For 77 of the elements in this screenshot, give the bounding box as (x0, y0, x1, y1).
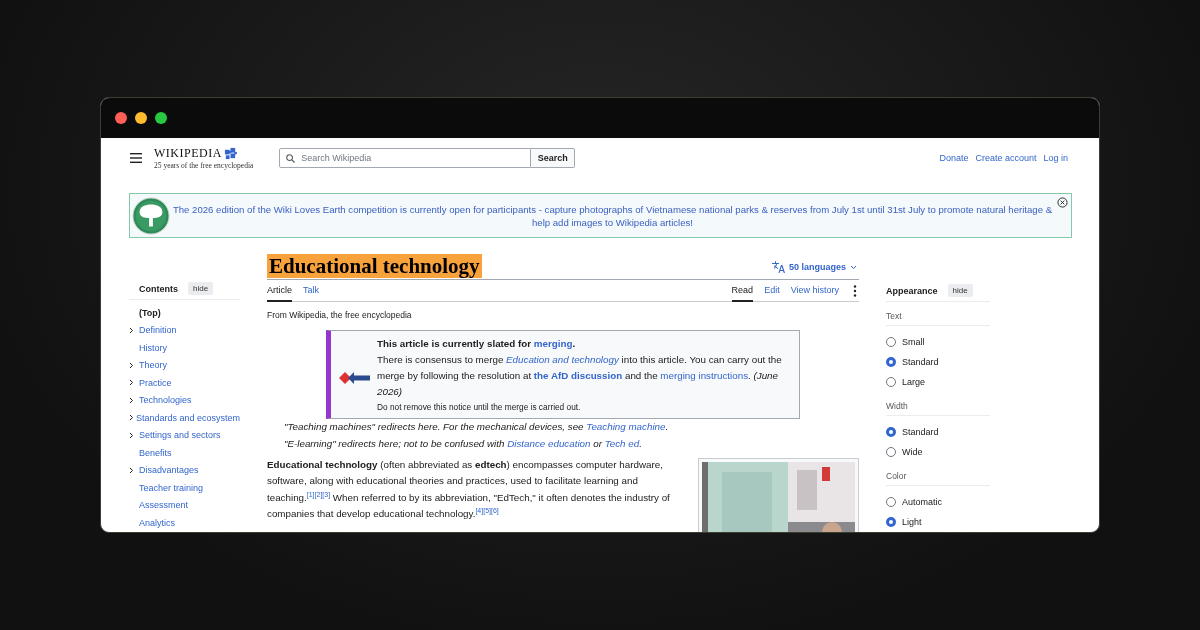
contents-link[interactable]: Standards and ecosystem (135, 412, 240, 423)
page-title: Educational technology (267, 254, 482, 278)
radio-button[interactable] (886, 497, 896, 507)
puzzle-icon (222, 147, 238, 160)
hide-button[interactable]: hide (188, 282, 214, 295)
contents-link[interactable]: Analytics (139, 517, 175, 528)
radio-button[interactable] (886, 377, 896, 387)
radio-button[interactable] (886, 357, 896, 367)
link[interactable]: Education and technology (506, 354, 619, 365)
option-label: Wide (902, 447, 923, 457)
chevron-icon[interactable] (129, 379, 134, 387)
window-control[interactable] (135, 112, 147, 124)
notice-note: Do not remove this notice until the merge is carried out. (377, 401, 582, 414)
option-group-label: Text (886, 302, 990, 326)
contents-link[interactable]: History (139, 342, 167, 353)
tab[interactable]: Edit (764, 280, 780, 302)
chevron-icon[interactable] (129, 361, 134, 369)
tab[interactable]: Read (731, 280, 754, 302)
languages-button[interactable]: 50 languages (771, 261, 857, 273)
radio-button[interactable] (886, 427, 896, 437)
contents-link[interactable]: Theory (139, 360, 167, 371)
contents-link[interactable]: Assessment (139, 500, 189, 511)
contents-link[interactable]: Teacher training (139, 482, 204, 493)
radio-button[interactable] (886, 337, 896, 347)
header-link[interactable]: Create account (975, 153, 1037, 163)
contents-link[interactable]: (Top) (139, 307, 161, 318)
contents-link[interactable]: Practice (139, 377, 172, 388)
option-label: Standard (902, 357, 939, 367)
notice-text: There is consensus to merge Education and technology into this article. You can carry out the merge by following the resolution at the AfD discussion and the merging instructions. (June 2026) (377, 353, 783, 399)
tree-icon (132, 196, 170, 235)
chevron-icon[interactable] (129, 326, 134, 334)
radio-button[interactable] (886, 517, 896, 527)
sidebar-heading: Contents (139, 283, 178, 294)
link[interactable]: the AfD discussion (533, 370, 623, 381)
close-icon[interactable] (1057, 197, 1068, 208)
hatnote: "Teaching machines" redirects here. For the mechanical devices, see Teaching machine. (284, 420, 670, 434)
option-label: Light (902, 517, 922, 527)
option-label: Automatic (902, 497, 943, 507)
option-label: Small (902, 337, 925, 347)
banner-message: The 2026 edition of the Wiki Loves Earth competition is currently open for participants - capture photographs of Vietnamese national parks & reserves from July 1st until 31st July to promote natural heritage & help add images to Wikipedia articles! (171, 202, 1053, 229)
contents-link[interactable]: Benefits (139, 447, 172, 458)
tab[interactable]: Article (267, 280, 292, 302)
article-tagline: From Wikipedia, the free encyclopedia (267, 310, 413, 320)
header-link[interactable]: Donate (939, 153, 969, 163)
contents-link[interactable]: Technologies (139, 395, 192, 406)
search-field[interactable]: Search Wikipedia (279, 148, 532, 168)
chevron-icon[interactable] (129, 414, 134, 422)
translate-icon (771, 261, 785, 273)
option-label: Large (902, 377, 926, 387)
contents-link[interactable]: Definition (139, 325, 177, 336)
merge-arrow-icon (339, 371, 371, 385)
contents-link[interactable]: Disadvantages (139, 465, 199, 476)
sidebar-heading: Appearance (886, 285, 938, 296)
hatnote: "E-learning" redirects here; not to be confused with Distance education or Tech ed. (284, 436, 643, 451)
caret-icon (850, 264, 857, 270)
notice-title: This article is currently slated for merging. (377, 337, 577, 351)
link[interactable]: Distance education (507, 437, 591, 449)
logo-wordmark[interactable]: WIKIPEDIA (154, 146, 222, 161)
search-icon (286, 153, 296, 163)
radio-button[interactable] (886, 447, 896, 457)
tab[interactable]: View history (790, 280, 839, 302)
article-paragraph: Educational technology (often abbreviated as edtech) encompasses computer hardware, software, along with educational theories and practices, used to facilitate learning and teaching.$^{[1][2][3]}$ When referred to by its abbreviation, "EdTech," it often denotes the industry of companies that develop educational technology.$^{[4][5][6]}$ (267, 458, 671, 521)
option-group-label: Color (886, 462, 990, 486)
search-button[interactable]: Search (531, 148, 576, 168)
chevron-icon[interactable] (129, 431, 134, 439)
tab[interactable]: Talk (303, 280, 320, 302)
contents-link[interactable]: Settings and sectors (139, 430, 221, 441)
window-control[interactable] (155, 112, 167, 124)
menu-icon[interactable] (130, 153, 142, 163)
chevron-icon[interactable] (129, 396, 134, 404)
option-group-label: Width (886, 392, 990, 416)
hide-button[interactable]: hide (947, 284, 973, 297)
chevron-icon[interactable] (129, 466, 134, 474)
option-label: Standard (902, 427, 939, 437)
header-link[interactable]: Log in (1043, 153, 1068, 163)
window-control[interactable] (115, 112, 127, 124)
more-icon[interactable] (853, 284, 857, 297)
